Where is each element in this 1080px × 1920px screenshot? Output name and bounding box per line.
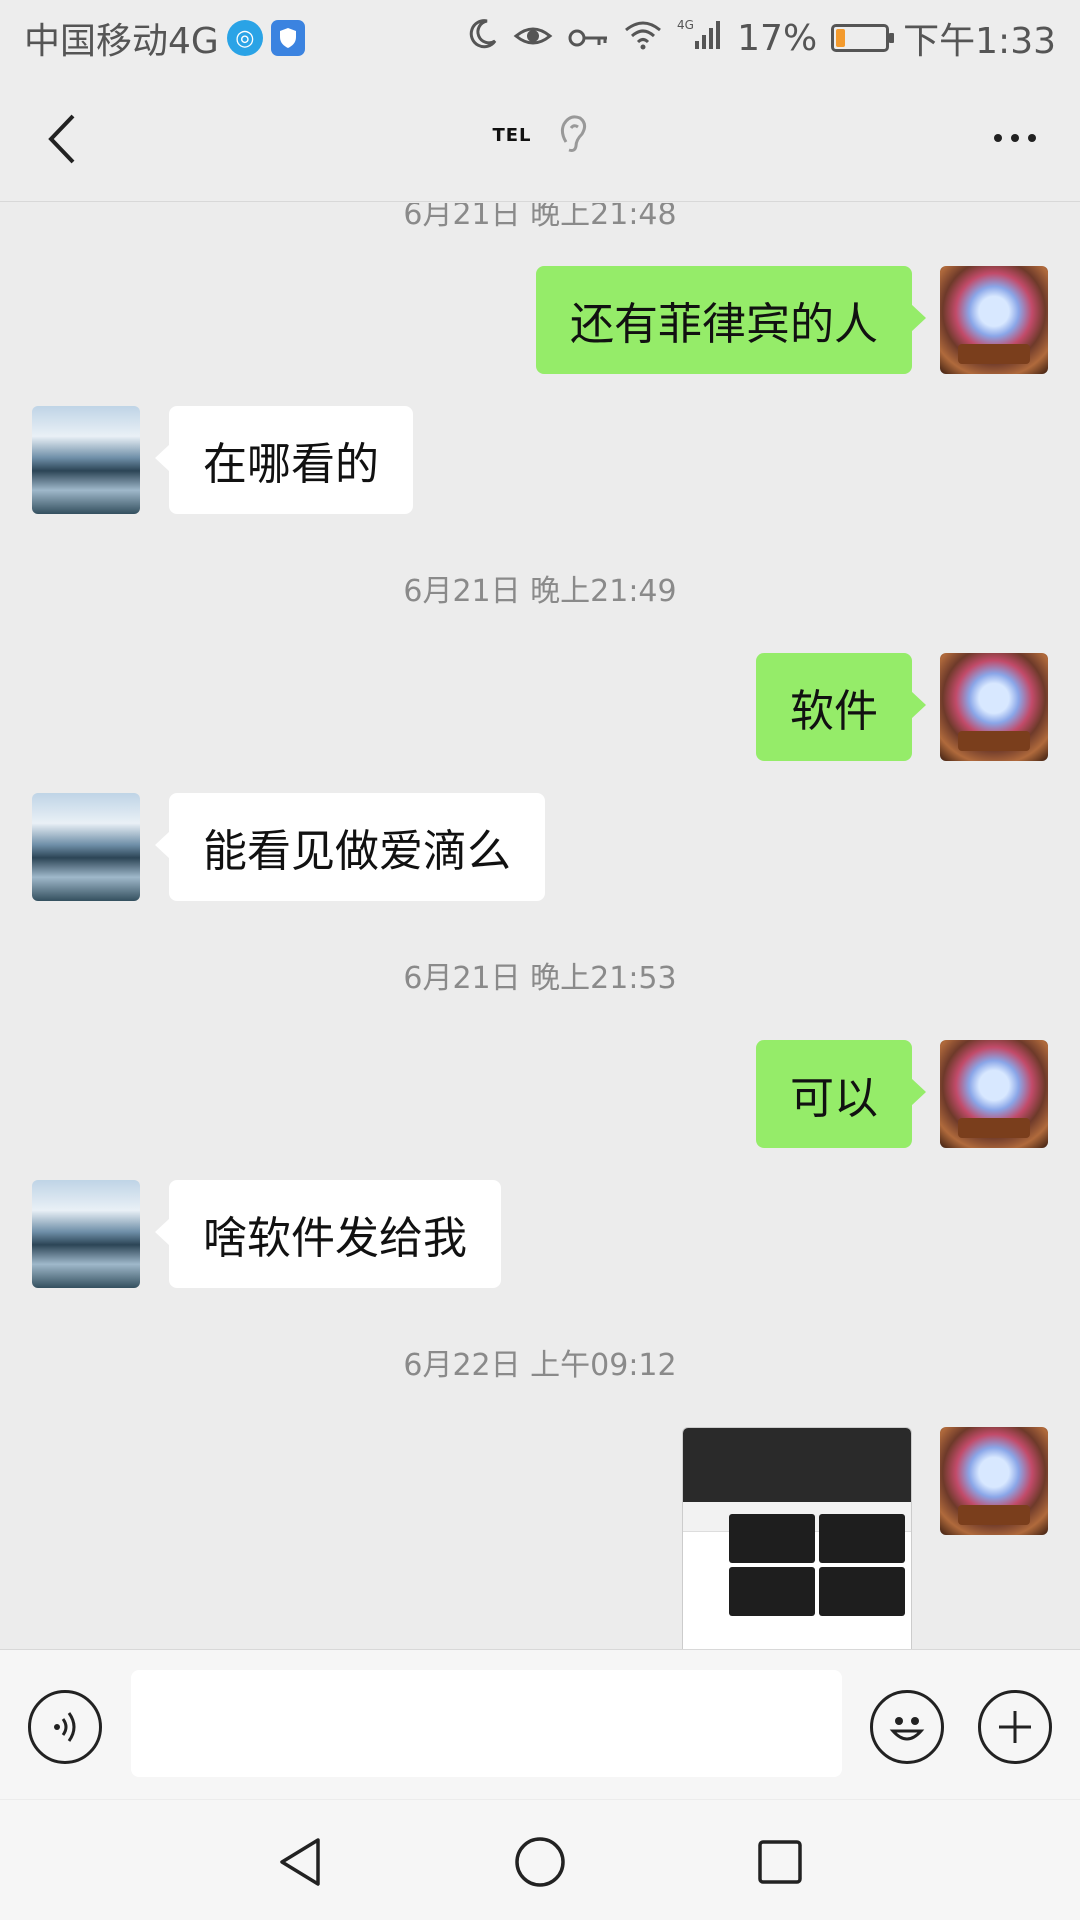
battery-icon (831, 24, 895, 52)
message-bubble-contact[interactable]: 能看见做爱滴么 (155, 793, 545, 901)
avatar-contact[interactable] (32, 406, 140, 514)
ear-icon (558, 112, 588, 158)
emoji-icon (889, 1717, 925, 1741)
chat-header: TEL (0, 76, 1080, 202)
message-bubble-self[interactable]: 软件 (756, 653, 926, 761)
nav-back-icon (280, 1838, 320, 1886)
message-input[interactable] (131, 1670, 842, 1777)
avatar-self[interactable] (940, 653, 1048, 761)
shield-icon (270, 20, 305, 56)
nav-recents-icon (758, 1840, 802, 1884)
system-navigation-bar (0, 1800, 1080, 1920)
nav-back-button[interactable] (270, 1832, 330, 1892)
avatar-self[interactable] (940, 1427, 1048, 1535)
eye-icon (513, 18, 553, 59)
image-message-thumbnail[interactable] (682, 1427, 912, 1649)
avatar-contact[interactable] (32, 793, 140, 901)
nav-recents-button[interactable] (750, 1832, 810, 1892)
emoji-button[interactable] (870, 1690, 944, 1764)
avatar-self[interactable] (940, 266, 1048, 374)
timestamp: 6月21日 晚上21:48 (403, 203, 677, 232)
clock: 下午1:33 (903, 21, 1056, 62)
more-functions-button[interactable] (978, 1690, 1052, 1764)
chat-title: TEL (492, 124, 532, 146)
voice-button[interactable] (28, 1690, 102, 1764)
message-list[interactable]: 6月21日 晚上21:48 还有菲律宾的人 在哪看的 6月21日 晚上21:49… (0, 203, 1080, 1649)
message-bubble-self[interactable]: 还有菲律宾的人 (536, 266, 926, 374)
timestamp: 6月22日 上午09:12 (403, 1348, 677, 1383)
avatar-contact[interactable] (32, 1180, 140, 1288)
moon-icon (465, 17, 499, 60)
more-options-button[interactable] (980, 106, 1050, 170)
avatar-self[interactable] (940, 1040, 1048, 1148)
app-notification-icon: ◎ (226, 20, 263, 56)
nav-home-icon (515, 1837, 565, 1887)
message-bubble-contact[interactable]: 啥软件发给我 (155, 1180, 501, 1288)
more-icon (994, 134, 1002, 142)
signal-icon: 4G (677, 17, 723, 60)
nav-home-button[interactable] (510, 1832, 570, 1892)
battery-percent: 17% (737, 17, 818, 59)
input-bar (0, 1649, 1080, 1799)
message-bubble-self[interactable]: 可以 (756, 1040, 926, 1148)
carrier-label: 中国移动4G (24, 21, 219, 62)
plus-icon (999, 1711, 1031, 1743)
key-icon (567, 18, 609, 59)
status-bar: 中国移动4G ◎ 4G 17% 下午1:33 (0, 0, 1080, 76)
battery-fill (836, 29, 845, 47)
wifi-icon (623, 18, 663, 59)
network-type-label: 4G (677, 18, 694, 32)
timestamp: 6月21日 晚上21:49 (403, 574, 677, 609)
voice-icon (54, 1712, 76, 1742)
message-bubble-contact[interactable]: 在哪看的 (155, 406, 413, 514)
timestamp: 6月21日 晚上21:53 (403, 961, 677, 996)
